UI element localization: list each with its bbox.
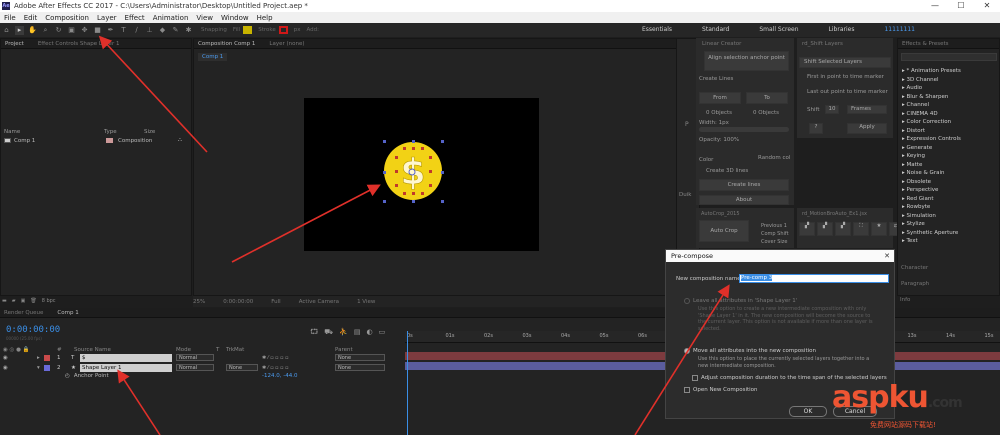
- arrow-to-comp-name: [634, 284, 730, 435]
- site-watermark: aspku.com 免费网站源码下载站!: [822, 380, 1000, 435]
- arrow-to-shape-layer: [117, 369, 161, 435]
- watermark-subtitle: 免费网站源码下载站!: [870, 421, 936, 429]
- watermark-logo: aspku.com: [832, 380, 963, 415]
- annotation-arrows: [98, 35, 730, 435]
- arrow-to-coin: [231, 184, 381, 263]
- arrow-to-layer-menu: [98, 35, 208, 153]
